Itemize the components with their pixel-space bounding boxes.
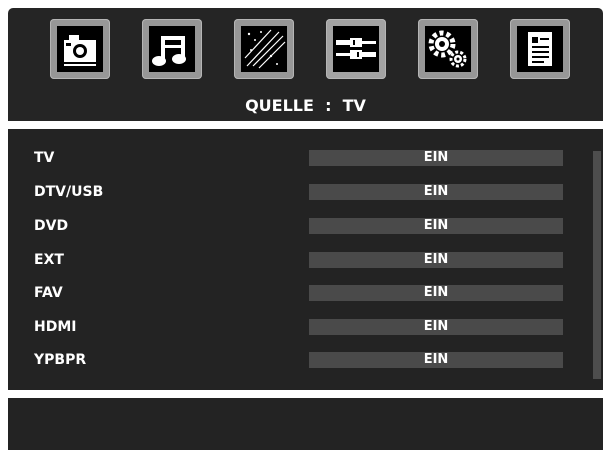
camera-icon bbox=[57, 26, 103, 72]
list-item-label: HDMI bbox=[34, 319, 77, 335]
menu-tab-sound[interactable] bbox=[142, 19, 202, 79]
list-item-value[interactable]: EIN bbox=[309, 184, 563, 200]
list-item-value[interactable]: EIN bbox=[309, 150, 563, 166]
list-item-hdmi[interactable]: HDMI EIN bbox=[8, 318, 603, 336]
footer-panel bbox=[8, 398, 603, 450]
list-item-dtv-usb[interactable]: DTV/USB EIN bbox=[8, 183, 603, 201]
list-item-label: TV bbox=[34, 150, 55, 166]
list-item-value[interactable]: EIN bbox=[309, 319, 563, 335]
source-list-panel: TV EIN DTV/USB EIN DVD EIN EXT EIN FAV E… bbox=[8, 129, 603, 390]
menu-tab-channel[interactable] bbox=[234, 19, 294, 79]
list-item-label: DTV/USB bbox=[34, 184, 104, 200]
list-item-label: EXT bbox=[34, 252, 64, 268]
list-item-value[interactable]: EIN bbox=[309, 218, 563, 234]
gear-icon bbox=[425, 26, 471, 72]
music-note-icon bbox=[149, 26, 195, 72]
list-item-ext[interactable]: EXT EIN bbox=[8, 251, 603, 269]
list-item-ypbpr[interactable]: YPBPR EIN bbox=[8, 351, 603, 369]
menu-top-panel: QUELLE : TV bbox=[8, 8, 603, 121]
list-item-tv[interactable]: TV EIN bbox=[8, 149, 603, 167]
satellite-icon bbox=[241, 26, 287, 72]
page-title: QUELLE : TV bbox=[245, 96, 366, 115]
list-item-label: FAV bbox=[34, 285, 63, 301]
list-item-dvd[interactable]: DVD EIN bbox=[8, 217, 603, 235]
list-item-value[interactable]: EIN bbox=[309, 285, 563, 301]
list-item-fav[interactable]: FAV EIN bbox=[8, 284, 603, 302]
cable-icon bbox=[333, 26, 379, 72]
list-item-label: DVD bbox=[34, 218, 69, 234]
list-item-value[interactable]: EIN bbox=[309, 352, 563, 368]
menu-tab-picture[interactable] bbox=[50, 19, 110, 79]
list-item-value[interactable]: EIN bbox=[309, 252, 563, 268]
scrollbar[interactable] bbox=[593, 151, 601, 379]
list-item-label: YPBPR bbox=[34, 352, 87, 368]
menu-tab-info[interactable] bbox=[510, 19, 570, 79]
document-icon bbox=[517, 26, 563, 72]
tv-osd-screen: QUELLE : TV TV EIN DTV/USB EIN DVD EIN E… bbox=[0, 0, 603, 450]
menu-tab-source[interactable] bbox=[326, 19, 386, 79]
menu-tab-setup[interactable] bbox=[418, 19, 478, 79]
